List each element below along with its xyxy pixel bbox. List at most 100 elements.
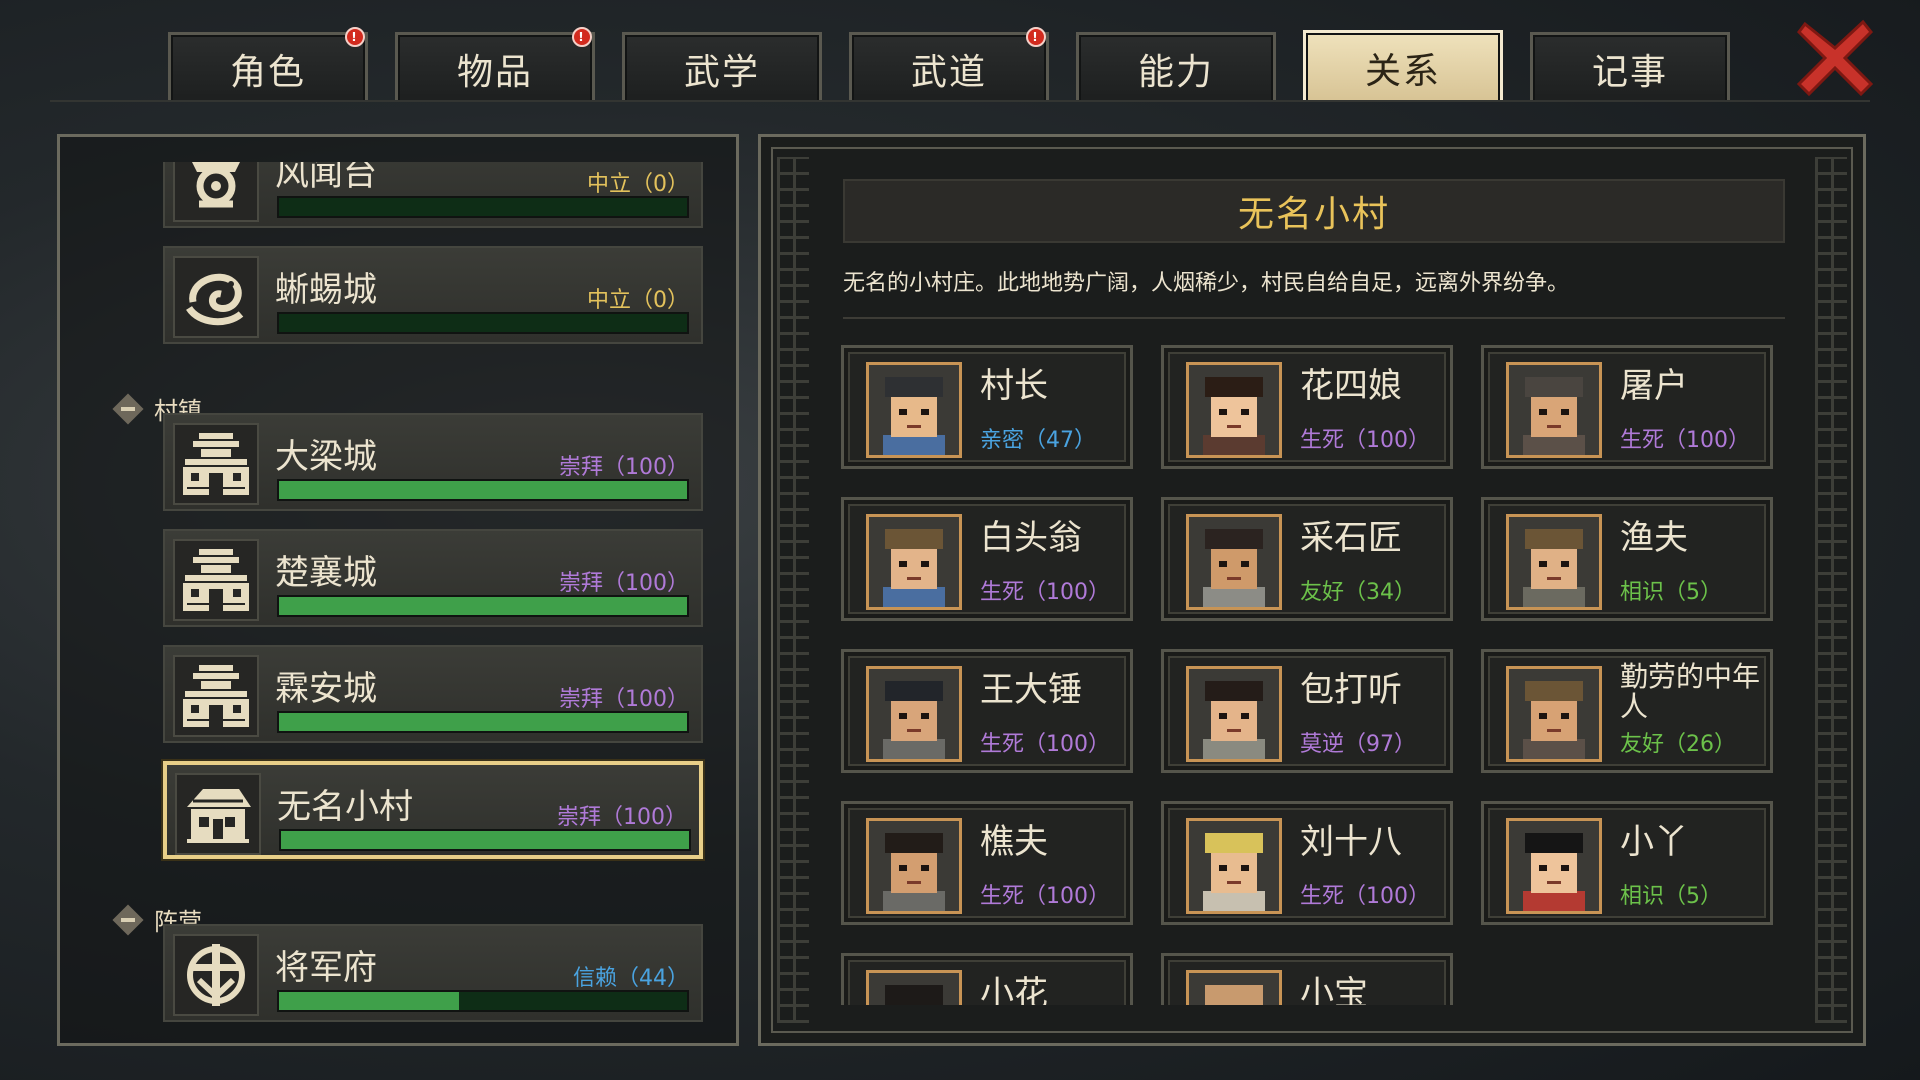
npc-name: 花四娘 [1300,366,1402,406]
npc-card[interactable]: 白头翁 生死（100） [841,497,1133,621]
npc-card[interactable]: 包打听 莫逆（97） [1161,649,1453,773]
reputation-bar [277,595,689,617]
farmer-portrait-icon [1506,666,1602,762]
serpent-emblem-icon [173,256,259,338]
faction-item[interactable]: 霖安城 崇拜（100） [163,645,703,743]
npc-card[interactable]: 王大锤 生死（100） [841,649,1133,773]
tab-1[interactable]: 角色! [168,27,368,102]
butcher-portrait-icon [1506,362,1602,458]
tab-6[interactable]: 关系 [1303,30,1503,102]
npc-name: 小花 [980,974,1048,1005]
npc-relation: 生死（100） [1300,884,1430,909]
tab-5[interactable]: 能力 [1076,32,1276,102]
npc-relation: 友好（34） [1300,580,1416,605]
npc-relation: 莫逆（97） [1300,732,1416,757]
npc-relation: 生死（100） [1620,428,1750,453]
npc-name: 村长 [980,366,1048,406]
reputation-fill [279,597,687,615]
notification-badge-icon: ! [572,27,592,47]
gossip-portrait-icon [1186,666,1282,762]
faction-item[interactable]: 蜥蜴城 中立（0） [163,246,703,344]
tab-2[interactable]: 物品! [395,27,595,102]
faction-status: 崇拜（100） [557,805,687,830]
faction-name: 霖安城 [275,669,377,709]
collapse-icon[interactable] [112,904,144,936]
woman-portrait-icon [1186,362,1282,458]
tab-label: 记事 [1591,51,1668,93]
elder-portrait-icon [866,362,962,458]
npc-relation: 相识（5） [1620,884,1722,909]
npc-card[interactable]: 村长 亲密（47） [841,345,1133,469]
faction-name: 蜥蜴城 [275,270,377,310]
faction-name: 无名小村 [277,787,413,827]
girl-portrait-icon [1506,818,1602,914]
faction-item[interactable]: 风闻台 中立（0） [163,162,703,228]
reputation-bar [277,196,689,218]
npc-relation: 亲密（47） [980,428,1096,453]
reputation-fill [279,481,687,499]
npc-card[interactable]: 刘十八 生死（100） [1161,801,1453,925]
npc-card[interactable]: 屠户 生死（100） [1481,345,1773,469]
npc-name: 勤劳的中年人 [1620,660,1761,723]
baby-portrait-icon [1186,970,1282,1005]
npc-relation: 生死（100） [1300,428,1430,453]
npc-name: 王大锤 [980,670,1082,710]
tab-label: 能力 [1137,51,1214,93]
npc-card[interactable]: 小丫 相识（5） [1481,801,1773,925]
faction-list-panel: 风闻台 中立（0） 蜥蜴城 中立（0） 村镇 大梁城 崇拜（100） 楚襄城 崇… [57,134,739,1046]
tiger-hat-portrait-icon [1186,818,1282,914]
npc-name: 刘十八 [1300,822,1402,862]
npc-name: 小丫 [1620,822,1688,862]
faction-status: 崇拜（100） [559,687,689,712]
faction-status: 中立（0） [587,288,689,313]
old-man-portrait-icon [866,514,962,610]
general-emblem-icon [173,934,259,1016]
faction-item[interactable]: 无名小村 崇拜（100） [163,761,703,859]
tab-label: 武学 [683,51,760,93]
collapse-icon[interactable] [112,393,144,425]
sect-emblem-icon [173,162,259,222]
tab-4[interactable]: 武道! [849,27,1049,102]
divider [843,317,1785,319]
npc-name: 小宝 [1300,974,1368,1005]
faction-list[interactable]: 风闻台 中立（0） 蜥蜴城 中立（0） 村镇 大梁城 崇拜（100） 楚襄城 崇… [60,162,736,1042]
tab-7[interactable]: 记事 [1530,32,1730,102]
npc-name: 包打听 [1300,670,1402,710]
npc-name: 渔夫 [1620,518,1688,558]
reputation-fill [279,713,687,731]
npc-name: 屠户 [1620,366,1688,406]
npc-relation: 生死（100） [980,732,1110,757]
woodcutter-portrait-icon [866,818,962,914]
reputation-bar [277,711,689,733]
village-hut-icon [175,773,261,855]
faction-item[interactable]: 将军府 信赖（44） [163,924,703,1022]
npc-name: 樵夫 [980,822,1048,862]
faction-description: 无名的小村庄。此地地势广阔，人烟稀少，村民自给自足，远离外界纷争。 [843,271,1570,296]
npc-card[interactable]: 采石匠 友好（34） [1161,497,1453,621]
reputation-fill [281,831,689,849]
faction-item[interactable]: 楚襄城 崇拜（100） [163,529,703,627]
city-gate-icon [173,539,259,621]
faction-name: 大梁城 [275,437,377,477]
npc-card[interactable]: 樵夫 生死（100） [841,801,1133,925]
npc-card[interactable]: 小宝 [1161,953,1453,1005]
close-icon[interactable] [1795,18,1875,98]
faction-status: 信赖（44） [573,966,689,991]
faction-status: 中立（0） [587,172,689,197]
faction-item[interactable]: 大梁城 崇拜（100） [163,413,703,511]
tab-label: 物品 [456,51,533,93]
npc-relation: 友好（26） [1620,732,1736,757]
tab-3[interactable]: 武学 [622,32,822,102]
tab-label: 关系 [1364,50,1441,92]
npc-card[interactable]: 小花 [841,953,1133,1005]
reputation-bar [277,312,689,334]
npc-name: 采石匠 [1300,518,1402,558]
faction-detail-panel: 无名小村 无名的小村庄。此地地势广阔，人烟稀少，村民自给自足，远离外界纷争。 村… [758,134,1866,1046]
faction-name: 风闻台 [275,162,377,194]
npc-card[interactable]: 渔夫 相识（5） [1481,497,1773,621]
npc-card[interactable]: 勤劳的中年人 友好（26） [1481,649,1773,773]
npc-card[interactable]: 花四娘 生死（100） [1161,345,1453,469]
npc-relation: 生死（100） [980,884,1110,909]
npc-grid[interactable]: 村长 亲密（47） 花四娘 生死（100） 屠户 生死（100） 白头翁 生死（… [841,345,1791,1005]
smith-portrait-icon [866,666,962,762]
